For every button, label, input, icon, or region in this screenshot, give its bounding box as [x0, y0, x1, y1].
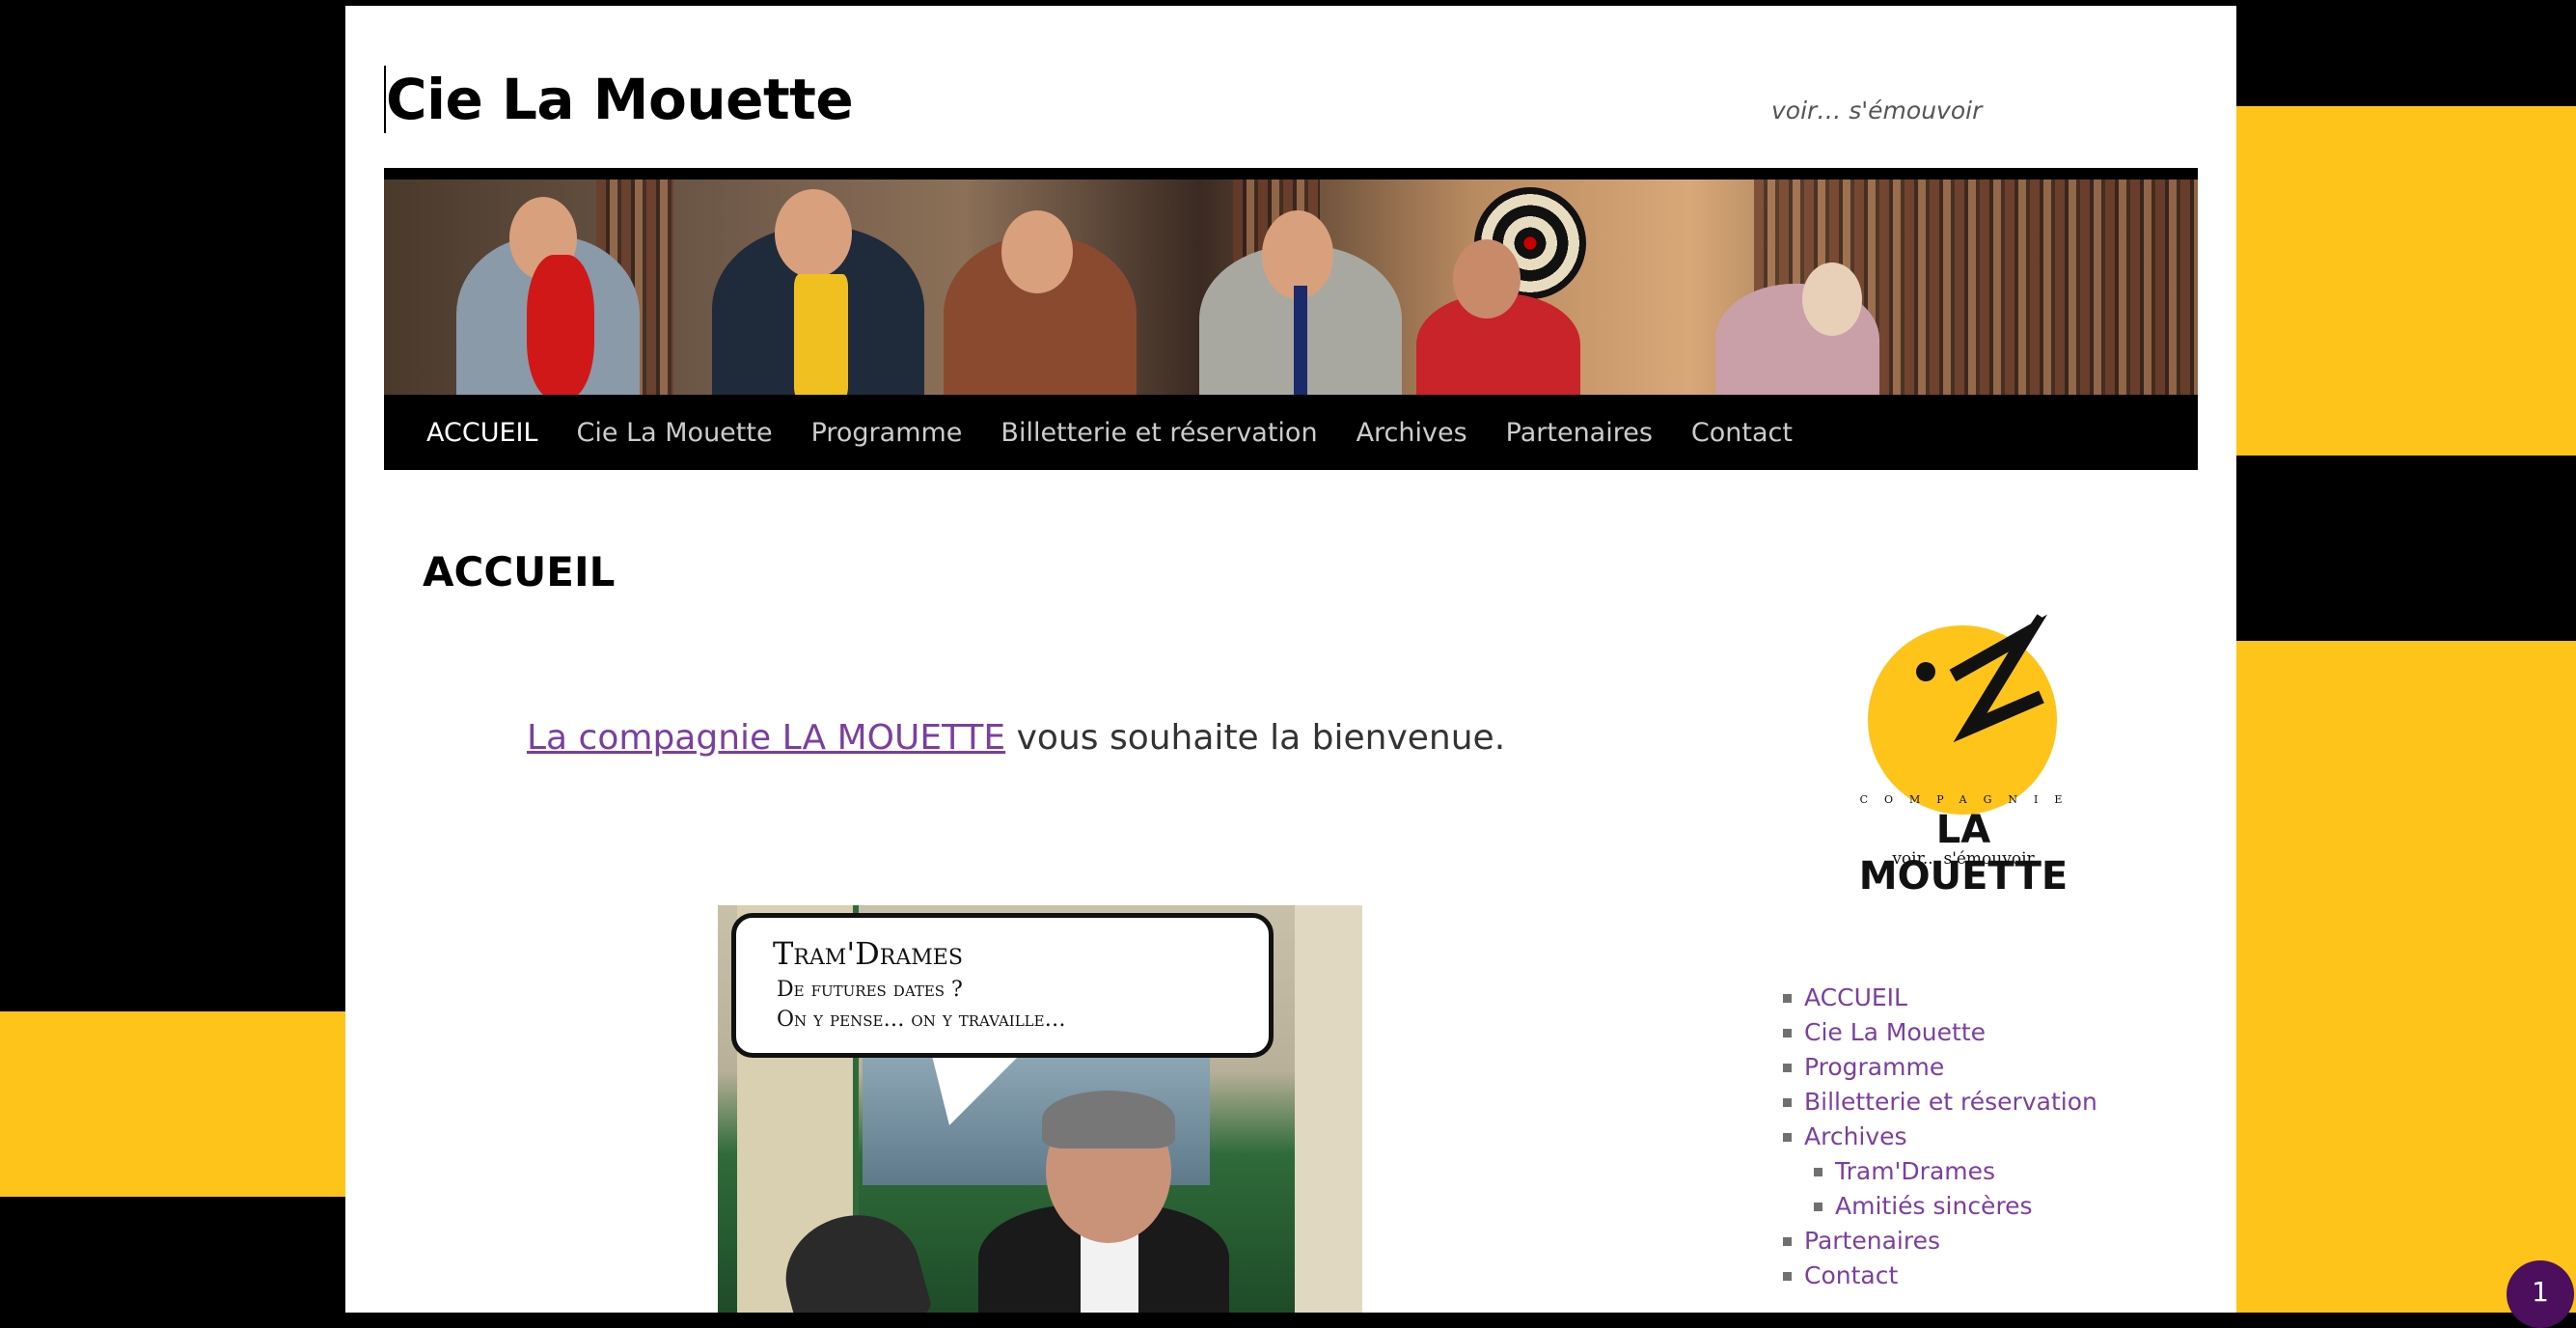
speech-bubble: Tram'Drames De futures dates ? On y pens… — [731, 913, 1274, 1058]
sidebar-item-cie-la-mouette: Cie La Mouette — [1783, 1015, 2097, 1050]
company-link[interactable]: La compagnie LA MOUETTE — [527, 718, 1005, 758]
sidebar-link-programme[interactable]: Programme — [1804, 1053, 1944, 1081]
primary-navigation: ACCUEIL Cie La Mouette Programme Billett… — [384, 395, 2198, 470]
nav-item-partenaires[interactable]: Partenaires — [1506, 418, 1653, 448]
sidebar-item-amities-sinceres: Amitiés sincères — [1814, 1189, 2097, 1224]
site-title[interactable]: Cie La Mouette — [384, 66, 854, 133]
person-hair — [1042, 1091, 1175, 1148]
promo-line-2: On y pense… on y travaille… — [777, 1008, 1066, 1032]
notification-badge[interactable]: 1 — [2507, 1260, 2574, 1328]
sidebar-menu: ACCUEIL Cie La Mouette Programme Billett… — [1783, 981, 2097, 1293]
actor-head — [775, 189, 852, 278]
actor-shirt — [794, 274, 848, 400]
sidebar-item-archives: Archives — [1783, 1120, 2097, 1154]
sidebar-item-partenaires: Partenaires — [1783, 1224, 2097, 1259]
sidebar-item-programme: Programme — [1783, 1050, 2097, 1085]
header-banner-image — [384, 168, 2198, 400]
sidebar-link-partenaires[interactable]: Partenaires — [1804, 1227, 1940, 1255]
actor-tie — [1294, 286, 1307, 400]
sidebar-item-contact: Contact — [1783, 1259, 2097, 1293]
promo-heading: Tram'Drames — [773, 935, 963, 972]
bg-stripe-yellow — [0, 1011, 347, 1197]
nav-item-programme[interactable]: Programme — [811, 418, 963, 448]
sidebar-item-tramdrames: Tram'Drames — [1814, 1154, 2097, 1189]
logo-seagull-mark — [1916, 614, 2048, 743]
sidebar-link-cie-la-mouette[interactable]: Cie La Mouette — [1804, 1018, 1986, 1046]
nav-item-contact[interactable]: Contact — [1691, 418, 1793, 448]
sidebar-link-archives[interactable]: Archives — [1804, 1122, 1907, 1150]
sidebar-link-tramdrames[interactable]: Tram'Drames — [1835, 1157, 1995, 1185]
tram-side — [1295, 905, 1362, 1313]
speech-bubble-tail — [930, 1048, 1027, 1125]
actor-head — [1453, 239, 1521, 318]
welcome-text: vous souhaite la bienvenue. — [1005, 718, 1506, 758]
sidebar-item-accueil: ACCUEIL — [1783, 981, 2097, 1015]
actor-scarf — [527, 255, 594, 400]
tramdrames-promo-image[interactable]: Tram'Drames De futures dates ? On y pens… — [718, 905, 1362, 1313]
site-tagline: voir… s'émouvoir — [1771, 97, 1983, 124]
actor-head — [1802, 263, 1862, 336]
company-logo[interactable]: COMPAGNIE LA MOUETTE voir... s'émouvoir — [1839, 614, 2099, 899]
promo-line-1: De futures dates ? — [777, 978, 963, 1002]
sidebar-link-amities-sinceres[interactable]: Amitiés sincères — [1835, 1192, 2033, 1220]
nav-item-cie-la-mouette[interactable]: Cie La Mouette — [577, 418, 773, 448]
sidebar-link-billetterie[interactable]: Billetterie et réservation — [1804, 1088, 2097, 1116]
nav-item-billetterie[interactable]: Billetterie et réservation — [1000, 418, 1317, 448]
nav-item-archives[interactable]: Archives — [1357, 418, 1467, 448]
page-container: Cie La Mouette voir… s'émouvoir ACCUEIL … — [345, 6, 2236, 1313]
page-title: ACCUEIL — [423, 548, 616, 595]
sidebar-item-billetterie: Billetterie et réservation — [1783, 1085, 2097, 1120]
sidebar-link-contact[interactable]: Contact — [1804, 1261, 1898, 1289]
banner-photo — [384, 180, 2198, 400]
nav-item-accueil[interactable]: ACCUEIL — [426, 418, 538, 448]
bg-stripe-yellow — [2236, 641, 2576, 1313]
logo-tagline: voir... s'émouvoir — [1892, 849, 2035, 869]
bg-stripe-yellow — [2236, 106, 2576, 456]
actor-head — [1001, 210, 1073, 293]
sidebar-link-accueil[interactable]: ACCUEIL — [1804, 983, 1907, 1011]
logo-text-compagnie: COMPAGNIE — [1859, 793, 2079, 806]
welcome-message: La compagnie LA MOUETTE vous souhaite la… — [527, 718, 1505, 758]
